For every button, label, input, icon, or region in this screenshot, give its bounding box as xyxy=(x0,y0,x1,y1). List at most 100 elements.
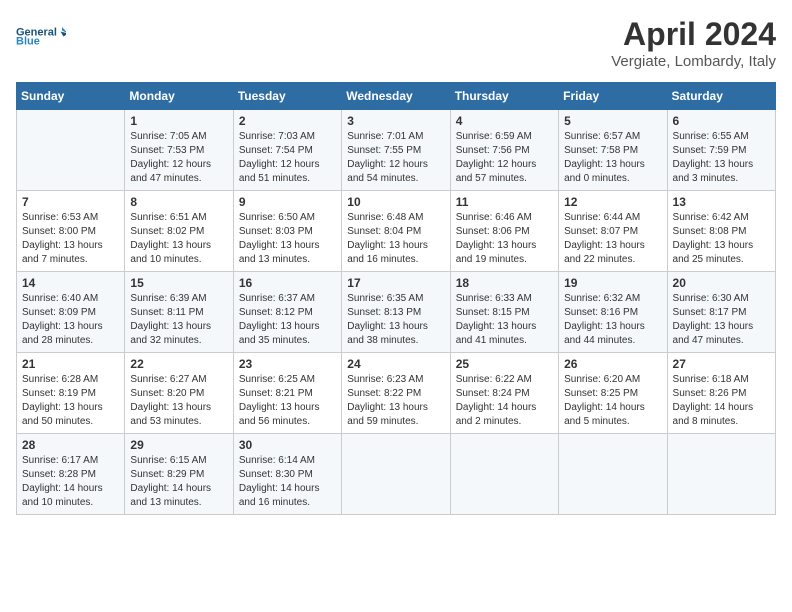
day-number: 5 xyxy=(564,114,661,128)
calendar-cell: 7 Sunrise: 6:53 AMSunset: 8:00 PMDayligh… xyxy=(17,191,125,272)
calendar-cell: 27 Sunrise: 6:18 AMSunset: 8:26 PMDaylig… xyxy=(667,353,775,434)
calendar-cell: 22 Sunrise: 6:27 AMSunset: 8:20 PMDaylig… xyxy=(125,353,233,434)
title-area: April 2024 Vergiate, Lombardy, Italy xyxy=(611,16,776,70)
day-number: 25 xyxy=(456,357,553,371)
day-number: 14 xyxy=(22,276,119,290)
day-info: Sunrise: 6:25 AMSunset: 8:21 PMDaylight:… xyxy=(239,373,336,429)
calendar-cell: 2 Sunrise: 7:03 AMSunset: 7:54 PMDayligh… xyxy=(233,110,341,191)
day-number: 8 xyxy=(130,195,227,209)
day-number: 29 xyxy=(130,438,227,452)
day-number: 2 xyxy=(239,114,336,128)
day-number: 21 xyxy=(22,357,119,371)
logo: General Blue xyxy=(16,16,66,58)
calendar-cell: 3 Sunrise: 7:01 AMSunset: 7:55 PMDayligh… xyxy=(342,110,450,191)
weekday-header: Wednesday xyxy=(342,83,450,110)
day-number: 4 xyxy=(456,114,553,128)
weekday-header: Monday xyxy=(125,83,233,110)
day-info: Sunrise: 6:32 AMSunset: 8:16 PMDaylight:… xyxy=(564,292,661,348)
day-info: Sunrise: 7:03 AMSunset: 7:54 PMDaylight:… xyxy=(239,130,336,186)
logo-svg: General Blue xyxy=(16,16,66,58)
weekday-header: Friday xyxy=(559,83,667,110)
day-number: 19 xyxy=(564,276,661,290)
day-info: Sunrise: 6:48 AMSunset: 8:04 PMDaylight:… xyxy=(347,211,444,267)
day-number: 18 xyxy=(456,276,553,290)
day-number: 15 xyxy=(130,276,227,290)
page-header: General Blue April 2024 Vergiate, Lombar… xyxy=(16,16,776,70)
calendar-cell: 19 Sunrise: 6:32 AMSunset: 8:16 PMDaylig… xyxy=(559,272,667,353)
calendar-cell: 28 Sunrise: 6:17 AMSunset: 8:28 PMDaylig… xyxy=(17,434,125,515)
day-number: 28 xyxy=(22,438,119,452)
day-number: 27 xyxy=(673,357,770,371)
day-info: Sunrise: 6:28 AMSunset: 8:19 PMDaylight:… xyxy=(22,373,119,429)
calendar-cell: 26 Sunrise: 6:20 AMSunset: 8:25 PMDaylig… xyxy=(559,353,667,434)
day-info: Sunrise: 6:39 AMSunset: 8:11 PMDaylight:… xyxy=(130,292,227,348)
header-row: SundayMondayTuesdayWednesdayThursdayFrid… xyxy=(17,83,776,110)
calendar-cell: 8 Sunrise: 6:51 AMSunset: 8:02 PMDayligh… xyxy=(125,191,233,272)
location: Vergiate, Lombardy, Italy xyxy=(611,53,776,70)
calendar-cell: 15 Sunrise: 6:39 AMSunset: 8:11 PMDaylig… xyxy=(125,272,233,353)
calendar-cell: 20 Sunrise: 6:30 AMSunset: 8:17 PMDaylig… xyxy=(667,272,775,353)
day-info: Sunrise: 6:17 AMSunset: 8:28 PMDaylight:… xyxy=(22,454,119,510)
day-number: 1 xyxy=(130,114,227,128)
day-info: Sunrise: 6:23 AMSunset: 8:22 PMDaylight:… xyxy=(347,373,444,429)
day-info: Sunrise: 6:33 AMSunset: 8:15 PMDaylight:… xyxy=(456,292,553,348)
day-info: Sunrise: 6:57 AMSunset: 7:58 PMDaylight:… xyxy=(564,130,661,186)
day-info: Sunrise: 6:46 AMSunset: 8:06 PMDaylight:… xyxy=(456,211,553,267)
day-number: 13 xyxy=(673,195,770,209)
day-info: Sunrise: 6:18 AMSunset: 8:26 PMDaylight:… xyxy=(673,373,770,429)
day-number: 7 xyxy=(22,195,119,209)
day-info: Sunrise: 6:37 AMSunset: 8:12 PMDaylight:… xyxy=(239,292,336,348)
calendar-cell xyxy=(559,434,667,515)
calendar-cell: 5 Sunrise: 6:57 AMSunset: 7:58 PMDayligh… xyxy=(559,110,667,191)
day-info: Sunrise: 6:22 AMSunset: 8:24 PMDaylight:… xyxy=(456,373,553,429)
calendar-cell: 16 Sunrise: 6:37 AMSunset: 8:12 PMDaylig… xyxy=(233,272,341,353)
calendar-cell: 6 Sunrise: 6:55 AMSunset: 7:59 PMDayligh… xyxy=(667,110,775,191)
day-number: 9 xyxy=(239,195,336,209)
svg-text:Blue: Blue xyxy=(16,36,40,48)
calendar-cell: 12 Sunrise: 6:44 AMSunset: 8:07 PMDaylig… xyxy=(559,191,667,272)
day-info: Sunrise: 6:35 AMSunset: 8:13 PMDaylight:… xyxy=(347,292,444,348)
day-number: 24 xyxy=(347,357,444,371)
weekday-header: Sunday xyxy=(17,83,125,110)
day-info: Sunrise: 6:14 AMSunset: 8:30 PMDaylight:… xyxy=(239,454,336,510)
calendar-week-row: 14 Sunrise: 6:40 AMSunset: 8:09 PMDaylig… xyxy=(17,272,776,353)
day-number: 12 xyxy=(564,195,661,209)
day-number: 20 xyxy=(673,276,770,290)
calendar-cell: 29 Sunrise: 6:15 AMSunset: 8:29 PMDaylig… xyxy=(125,434,233,515)
day-number: 22 xyxy=(130,357,227,371)
day-info: Sunrise: 6:50 AMSunset: 8:03 PMDaylight:… xyxy=(239,211,336,267)
day-number: 17 xyxy=(347,276,444,290)
calendar-cell: 11 Sunrise: 6:46 AMSunset: 8:06 PMDaylig… xyxy=(450,191,558,272)
day-number: 30 xyxy=(239,438,336,452)
calendar-cell: 13 Sunrise: 6:42 AMSunset: 8:08 PMDaylig… xyxy=(667,191,775,272)
calendar-week-row: 7 Sunrise: 6:53 AMSunset: 8:00 PMDayligh… xyxy=(17,191,776,272)
calendar-cell: 30 Sunrise: 6:14 AMSunset: 8:30 PMDaylig… xyxy=(233,434,341,515)
calendar-week-row: 28 Sunrise: 6:17 AMSunset: 8:28 PMDaylig… xyxy=(17,434,776,515)
calendar-cell: 4 Sunrise: 6:59 AMSunset: 7:56 PMDayligh… xyxy=(450,110,558,191)
calendar-table: SundayMondayTuesdayWednesdayThursdayFrid… xyxy=(16,82,776,515)
month-title: April 2024 xyxy=(611,16,776,53)
weekday-header: Tuesday xyxy=(233,83,341,110)
day-number: 23 xyxy=(239,357,336,371)
day-number: 11 xyxy=(456,195,553,209)
day-number: 10 xyxy=(347,195,444,209)
calendar-cell xyxy=(450,434,558,515)
day-info: Sunrise: 6:53 AMSunset: 8:00 PMDaylight:… xyxy=(22,211,119,267)
day-info: Sunrise: 6:15 AMSunset: 8:29 PMDaylight:… xyxy=(130,454,227,510)
day-info: Sunrise: 6:30 AMSunset: 8:17 PMDaylight:… xyxy=(673,292,770,348)
calendar-cell: 21 Sunrise: 6:28 AMSunset: 8:19 PMDaylig… xyxy=(17,353,125,434)
calendar-cell: 1 Sunrise: 7:05 AMSunset: 7:53 PMDayligh… xyxy=(125,110,233,191)
day-info: Sunrise: 7:01 AMSunset: 7:55 PMDaylight:… xyxy=(347,130,444,186)
calendar-cell: 25 Sunrise: 6:22 AMSunset: 8:24 PMDaylig… xyxy=(450,353,558,434)
day-info: Sunrise: 7:05 AMSunset: 7:53 PMDaylight:… xyxy=(130,130,227,186)
day-number: 16 xyxy=(239,276,336,290)
day-number: 26 xyxy=(564,357,661,371)
calendar-cell xyxy=(17,110,125,191)
day-info: Sunrise: 6:40 AMSunset: 8:09 PMDaylight:… xyxy=(22,292,119,348)
weekday-header: Thursday xyxy=(450,83,558,110)
day-info: Sunrise: 6:44 AMSunset: 8:07 PMDaylight:… xyxy=(564,211,661,267)
day-number: 3 xyxy=(347,114,444,128)
calendar-cell: 24 Sunrise: 6:23 AMSunset: 8:22 PMDaylig… xyxy=(342,353,450,434)
calendar-cell: 10 Sunrise: 6:48 AMSunset: 8:04 PMDaylig… xyxy=(342,191,450,272)
day-info: Sunrise: 6:59 AMSunset: 7:56 PMDaylight:… xyxy=(456,130,553,186)
